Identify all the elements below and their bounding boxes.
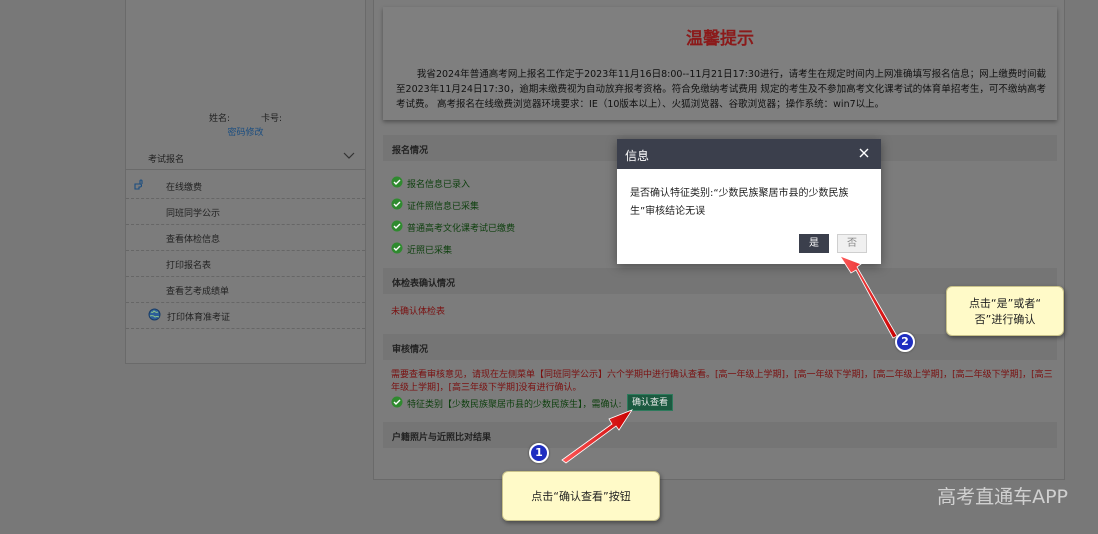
- yes-button[interactable]: 是: [799, 234, 829, 253]
- section-title: 体检表确认情况: [392, 279, 456, 289]
- name-label: 姓名:: [209, 114, 231, 124]
- card-label: 卡号:: [260, 114, 282, 124]
- check-circle-icon: [391, 176, 403, 188]
- sidebar-item-label: 打印体育准考证: [167, 313, 231, 323]
- sidebar-item-label: 查看体检信息: [166, 235, 221, 245]
- hand-pointer-icon: [133, 178, 146, 191]
- callout-line: 点击“是”或者“: [968, 297, 1042, 310]
- section-title: 报名情况: [392, 146, 429, 156]
- check-circle-icon: [391, 198, 403, 210]
- sidebar-item-print-sports-ticket[interactable]: 打印体育准考证: [126, 303, 365, 329]
- sidebar-item-physical-info[interactable]: 查看体检信息: [126, 225, 365, 251]
- status-text: 报名信息已录入: [407, 180, 471, 190]
- review-text: 需要查看审核意见，请现在左侧菜单【同班同学公示】六个学期中进行确认查看。[高一年…: [391, 370, 1053, 393]
- sidebar-item-label: 在线缴费: [166, 183, 203, 193]
- status-text: 证件照信息已采集: [407, 202, 480, 212]
- dialog-title: 信息: [625, 149, 650, 163]
- section-title: 审核情况: [392, 345, 429, 355]
- menu-header-label: 考试报名: [148, 155, 185, 165]
- sidebar: 姓名: 卡号: 密码修改 考试报名 在线缴费 同班同学公示 查看体检信息 打印报…: [125, 0, 366, 364]
- review-item-text: 特征类别【少数民族聚居市县的少数民族生】，需确认:: [407, 400, 622, 410]
- no-button[interactable]: 否: [837, 234, 867, 253]
- watermark: 高考直通车APP: [937, 486, 1068, 508]
- check-circle-icon: [391, 396, 403, 408]
- notice-title: 温馨提示: [686, 29, 754, 49]
- callout-step-1: 点击“确认查看”按钮: [502, 471, 660, 521]
- callout-step-2: 点击“是”或者“ 否”进行确认: [946, 286, 1064, 336]
- sidebar-item-print-registration[interactable]: 打印报名表: [126, 251, 365, 277]
- section-review: 审核情况: [383, 334, 1057, 360]
- sidebar-item-label: 同班同学公示: [166, 209, 221, 219]
- physical-status: 未确认体检表: [391, 307, 446, 317]
- step-badge-1: 1: [529, 443, 549, 463]
- status-text: 近照已采集: [407, 246, 453, 256]
- section-title: 户籍照片与近照比对结果: [392, 433, 492, 443]
- step-badge-2: 2: [895, 332, 915, 352]
- sidebar-item-classmates[interactable]: 同班同学公示: [126, 199, 365, 225]
- confirm-dialog: 信息 是否确认特征类别:“少数民族聚居市县的少数民族生”审核结论无误 是 否: [617, 139, 881, 264]
- menu-header-exam-registration[interactable]: 考试报名: [126, 146, 365, 170]
- section-photo: 户籍照片与近照比对结果: [383, 422, 1057, 448]
- password-change-link[interactable]: 密码修改: [227, 128, 263, 138]
- notice-body: 我省2024年普通高考网上报名工作定于2023年11月16日8:00--11月2…: [396, 69, 1046, 110]
- sidebar-item-art-scores[interactable]: 查看艺考成绩单: [126, 277, 365, 303]
- check-circle-icon: [391, 242, 403, 254]
- globe-icon: [148, 308, 161, 321]
- status-text: 普通高考文化课考试已缴费: [407, 224, 516, 234]
- user-info: 姓名: 卡号: 密码修改: [126, 112, 365, 140]
- close-icon[interactable]: [857, 146, 871, 160]
- sidebar-item-online-payment[interactable]: 在线缴费: [126, 173, 365, 199]
- callout-line: 否”进行确认: [974, 313, 1036, 326]
- dialog-message: 是否确认特征类别:“少数民族聚居市县的少数民族生”审核结论无误: [630, 188, 849, 217]
- chevron-down-icon: [343, 149, 355, 161]
- sidebar-item-label: 打印报名表: [166, 261, 212, 271]
- confirm-view-button[interactable]: 确认查看: [627, 394, 674, 411]
- dialog-title-bar: 信息: [617, 139, 881, 169]
- notice-box: 温馨提示 我省2024年普通高考网上报名工作定于2023年11月16日8:00-…: [383, 7, 1057, 120]
- check-circle-icon: [391, 220, 403, 232]
- sidebar-item-label: 查看艺考成绩单: [166, 287, 230, 297]
